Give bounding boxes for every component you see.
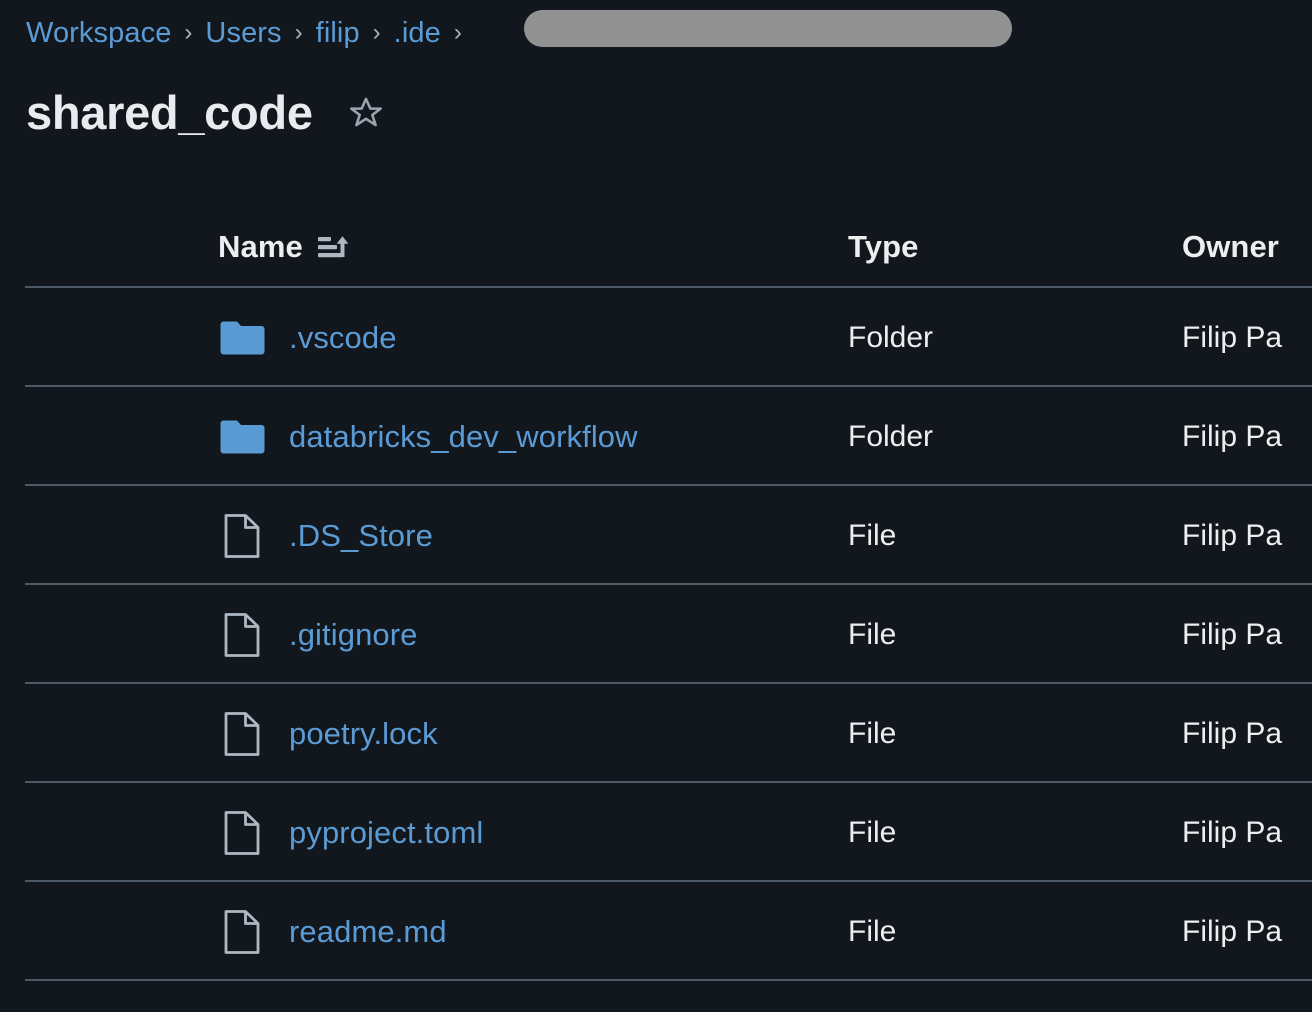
table-header-row: Name Type Owner — [0, 206, 1312, 288]
cell-name: .vscode — [218, 288, 397, 387]
table-body: .vscode Folder Filip Pa databricks_dev_work… — [0, 288, 1312, 981]
cell-owner: Filip Pa — [1182, 617, 1283, 651]
cell-name: .gitignore — [218, 585, 418, 684]
column-header-type[interactable]: Type — [848, 229, 918, 265]
cell-type: File — [848, 518, 897, 552]
file-glyph — [224, 711, 260, 756]
item-name-link[interactable]: .gitignore — [289, 617, 418, 653]
item-name-link[interactable]: readme.md — [289, 914, 447, 950]
breadcrumb: Workspace › Users › filip › .ide › — [26, 13, 475, 53]
item-name-link[interactable]: databricks_dev_workflow — [289, 419, 638, 455]
cell-type: File — [848, 617, 897, 651]
file-icon — [218, 711, 266, 757]
cell-type: File — [848, 914, 897, 948]
file-icon — [218, 810, 266, 856]
file-table: Name Type Owner .vscode Folder Filip Pa dat… — [0, 206, 1312, 981]
cell-name: readme.md — [218, 882, 447, 981]
cell-owner: Filip Pa — [1182, 518, 1283, 552]
cell-owner: Filip Pa — [1182, 320, 1283, 354]
breadcrumb-separator-icon: › — [453, 19, 462, 46]
breadcrumb-item-ide[interactable]: .ide — [394, 13, 441, 53]
folder-glyph — [220, 420, 265, 453]
cell-type: File — [848, 716, 897, 750]
file-icon — [218, 612, 266, 658]
cell-name: pyproject.toml — [218, 783, 483, 882]
page-title: shared_code — [26, 86, 313, 139]
item-name-link[interactable]: poetry.lock — [289, 716, 438, 752]
column-header-name[interactable]: Name — [218, 206, 351, 288]
file-glyph — [224, 810, 260, 855]
cell-owner: Filip Pa — [1182, 716, 1283, 750]
table-row[interactable]: .DS_Store File Filip Pa — [0, 486, 1312, 585]
table-row[interactable]: .gitignore File Filip Pa — [0, 585, 1312, 684]
breadcrumb-separator-icon: › — [294, 19, 303, 46]
table-row[interactable]: readme.md File Filip Pa — [0, 882, 1312, 981]
workspace-file-browser: Workspace › Users › filip › .ide › shared_code … — [0, 0, 1312, 1012]
folder-glyph — [220, 321, 265, 354]
file-glyph — [224, 909, 260, 954]
breadcrumb-separator-icon: › — [184, 19, 193, 46]
star-outline-icon[interactable] — [346, 93, 386, 133]
folder-icon — [218, 419, 266, 455]
cell-type: File — [848, 815, 897, 849]
cell-name: .DS_Store — [218, 486, 433, 585]
item-name-link[interactable]: pyproject.toml — [289, 815, 483, 851]
table-row[interactable]: poetry.lock File Filip Pa — [0, 684, 1312, 783]
cell-owner: Filip Pa — [1182, 419, 1283, 453]
breadcrumb-separator-icon: › — [372, 19, 381, 46]
cell-type: Folder — [848, 419, 934, 453]
table-row[interactable]: .vscode Folder Filip Pa — [0, 288, 1312, 387]
folder-icon — [218, 320, 266, 356]
file-icon — [218, 909, 266, 955]
table-row[interactable]: databricks_dev_workflow Folder Filip Pa — [0, 387, 1312, 486]
column-header-owner[interactable]: Owner — [1182, 229, 1279, 265]
cell-name: poetry.lock — [218, 684, 438, 783]
cell-owner: Filip Pa — [1182, 815, 1283, 849]
column-header-name-label: Name — [218, 229, 303, 264]
cell-owner: Filip Pa — [1182, 914, 1283, 948]
breadcrumb-item-users[interactable]: Users — [205, 13, 281, 53]
breadcrumb-item-filip[interactable]: filip — [316, 13, 360, 53]
table-row[interactable]: pyproject.toml File Filip Pa — [0, 783, 1312, 882]
file-glyph — [224, 612, 260, 657]
cell-type: Folder — [848, 320, 934, 354]
title-row: shared_code — [26, 82, 386, 144]
cell-name: databricks_dev_workflow — [218, 387, 638, 486]
item-name-link[interactable]: .DS_Store — [289, 518, 433, 554]
sort-ascending-icon — [317, 232, 351, 262]
item-name-link[interactable]: .vscode — [289, 320, 397, 356]
file-glyph — [224, 513, 260, 558]
file-icon — [218, 513, 266, 559]
redaction-overlay — [524, 10, 1012, 47]
breadcrumb-item-workspace[interactable]: Workspace — [26, 13, 171, 53]
row-divider — [25, 979, 1312, 981]
